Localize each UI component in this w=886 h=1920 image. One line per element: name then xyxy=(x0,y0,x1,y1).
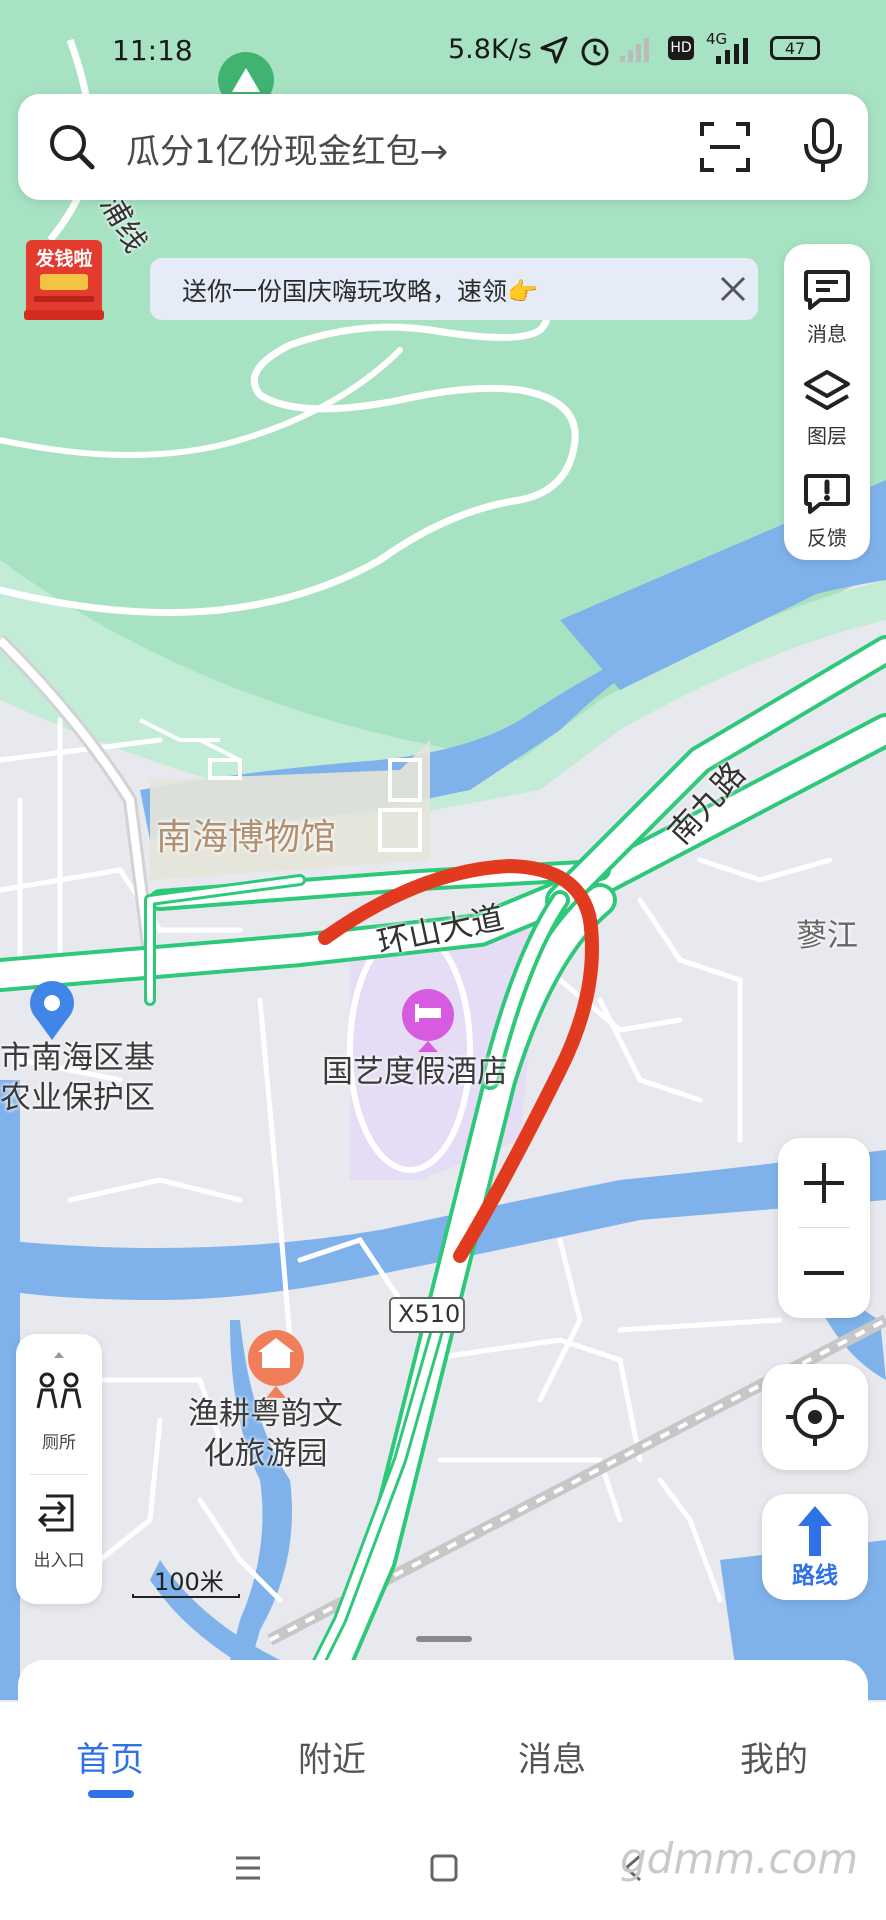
sheet-drag-handle[interactable] xyxy=(416,1636,472,1642)
battery-level: 47 xyxy=(784,39,806,58)
layers-icon xyxy=(804,370,850,410)
zoom-in-button[interactable] xyxy=(778,1138,870,1228)
notice-banner[interactable]: 送你一份国庆嗨玩攻略，速领👉 xyxy=(150,258,758,320)
hotel-label[interactable]: 国艺度假酒店 xyxy=(322,1052,508,1092)
microphone-icon[interactable] xyxy=(800,116,846,176)
close-icon[interactable] xyxy=(718,274,748,304)
zoom-out-button[interactable] xyxy=(778,1228,870,1318)
alarm-icon xyxy=(581,38,609,66)
toilet-label: 厕所 xyxy=(42,1433,76,1453)
tab-active-indicator xyxy=(88,1790,134,1798)
road-shield-label: X510 xyxy=(398,1300,461,1328)
menu-icon[interactable] xyxy=(228,1848,268,1888)
panel-divider xyxy=(30,1474,88,1475)
tab-nearby[interactable]: 附近 xyxy=(298,1732,366,1781)
map-scale: 100米 xyxy=(132,1556,242,1598)
park-label-line2: 化旅游园 xyxy=(203,1436,328,1472)
tool-messages-label: 消息 xyxy=(807,322,847,346)
scale-bar xyxy=(132,1594,240,1598)
signal-strong-icon xyxy=(716,38,748,64)
battery-icon: 47 xyxy=(770,36,820,60)
zoom-controls xyxy=(778,1138,870,1318)
status-net-rate: 5.8K/s xyxy=(448,34,532,65)
park-label[interactable]: 渔耕粤韵文 化旅游园 xyxy=(188,1394,343,1474)
reserve-label-line2: 农业保护区 xyxy=(0,1080,155,1116)
hd-badge: HD xyxy=(668,36,694,60)
signal-weak-icon xyxy=(620,38,649,62)
tab-home[interactable]: 首页 xyxy=(76,1732,144,1781)
museum-label[interactable]: 南海博物馆 xyxy=(156,818,336,858)
locate-button[interactable] xyxy=(762,1364,868,1470)
watermark: gdmm.com xyxy=(620,1834,859,1883)
tool-feedback-button[interactable]: 反馈 xyxy=(784,456,870,556)
tool-layers-label: 图层 xyxy=(807,424,847,448)
reserve-label-line1: 市南海区基 xyxy=(0,1040,155,1076)
route-label: 路线 xyxy=(792,1563,838,1589)
plus-icon xyxy=(804,1163,844,1203)
home-square-icon[interactable] xyxy=(424,1848,464,1888)
feedback-icon xyxy=(804,474,850,514)
area-label-east: 蓼江 xyxy=(796,918,858,954)
entrance-exit-label: 出入口 xyxy=(33,1551,85,1571)
search-bar[interactable]: 瓜分1亿份现金红包→ xyxy=(18,94,868,200)
chevron-up-icon[interactable] xyxy=(16,1344,102,1364)
tab-messages[interactable]: 消息 xyxy=(518,1732,586,1781)
tab-mine[interactable]: 我的 xyxy=(740,1732,808,1781)
scan-icon[interactable] xyxy=(698,120,752,174)
location-arrow-icon xyxy=(540,36,568,64)
status-bar: 11:18 5.8K/s HD 4G 47 xyxy=(0,0,886,100)
tab-bar: 首页 附近 消息 我的 xyxy=(0,1702,886,1813)
toilet-icon xyxy=(36,1372,82,1409)
reserve-label[interactable]: 市南海区基 农业保护区 xyxy=(0,1038,155,1118)
entrance-exit-icon xyxy=(37,1494,74,1532)
status-time: 11:18 xyxy=(112,34,193,67)
route-arrow-icon xyxy=(798,1506,832,1556)
crosshair-icon xyxy=(786,1388,844,1446)
promo-label: 发钱啦 xyxy=(35,248,93,270)
tool-feedback-label: 反馈 xyxy=(807,526,847,550)
system-nav-bar: gdmm.com xyxy=(0,1812,886,1920)
scale-label: 100米 xyxy=(154,1568,224,1596)
message-icon xyxy=(804,270,850,310)
right-tool-panel: 消息 图层 反馈 xyxy=(784,244,870,560)
route-button[interactable]: 路线 xyxy=(762,1494,868,1600)
notice-text[interactable]: 送你一份国庆嗨玩攻略，速领👉 xyxy=(182,272,538,308)
entrance-exit-button[interactable]: 出入口 xyxy=(16,1484,102,1594)
promo-red-envelope[interactable]: 发钱啦 xyxy=(20,236,108,324)
toilet-button[interactable]: 厕所 xyxy=(16,1370,102,1470)
minus-icon xyxy=(804,1271,844,1275)
tool-layers-button[interactable]: 图层 xyxy=(784,354,870,454)
map-canvas[interactable] xyxy=(0,0,886,1700)
search-placeholder[interactable]: 瓜分1亿份现金红包→ xyxy=(126,124,448,173)
park-label-line1: 渔耕粤韵文 xyxy=(188,1396,343,1432)
tool-messages-button[interactable]: 消息 xyxy=(784,252,870,352)
search-icon xyxy=(50,125,95,170)
left-tool-panel: 厕所 出入口 xyxy=(16,1334,102,1604)
